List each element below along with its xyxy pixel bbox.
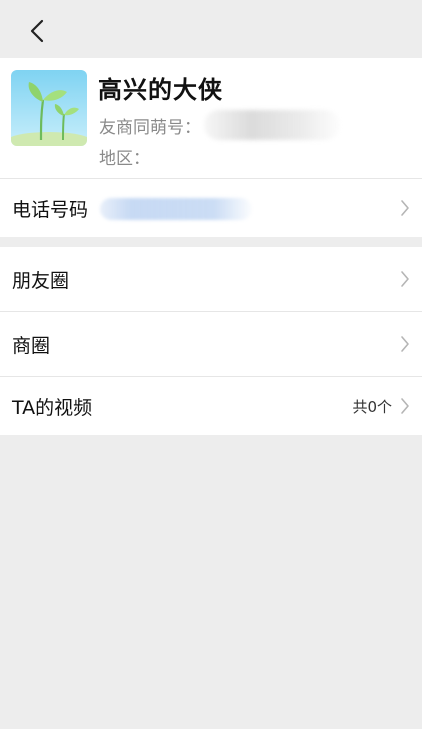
- moments-label: 朋友圈: [12, 269, 70, 292]
- chevron-right-icon: [401, 398, 409, 414]
- chevron-right-icon: [401, 271, 409, 287]
- avatar[interactable]: [11, 70, 87, 146]
- business-circle-row[interactable]: 商圈: [0, 312, 422, 376]
- top-bar: [0, 0, 422, 58]
- moments-row[interactable]: 朋友圈: [0, 247, 422, 311]
- videos-label: TA的视频: [12, 396, 93, 419]
- account-id-label: 友商同萌号：: [99, 118, 201, 138]
- phone-row[interactable]: 电话号码: [0, 179, 422, 237]
- chevron-right-icon: [401, 200, 409, 216]
- phone-label: 电话号码: [12, 198, 89, 221]
- account-id-blurred: [204, 110, 340, 140]
- region-label: 地区：: [99, 149, 150, 169]
- video-count: 共0个: [352, 397, 392, 416]
- phone-number-blurred: [100, 198, 252, 220]
- profile-name: 高兴的大侠: [98, 76, 223, 104]
- business-circle-label: 商圈: [12, 334, 51, 357]
- back-arrow-icon[interactable]: [26, 18, 50, 44]
- profile-card: 高兴的大侠 友商同萌号： 地区：: [0, 58, 422, 179]
- chevron-right-icon: [401, 336, 409, 352]
- section-gap: [0, 237, 422, 247]
- videos-row[interactable]: TA的视频 共0个: [0, 377, 422, 435]
- sprout-icon: [11, 70, 87, 146]
